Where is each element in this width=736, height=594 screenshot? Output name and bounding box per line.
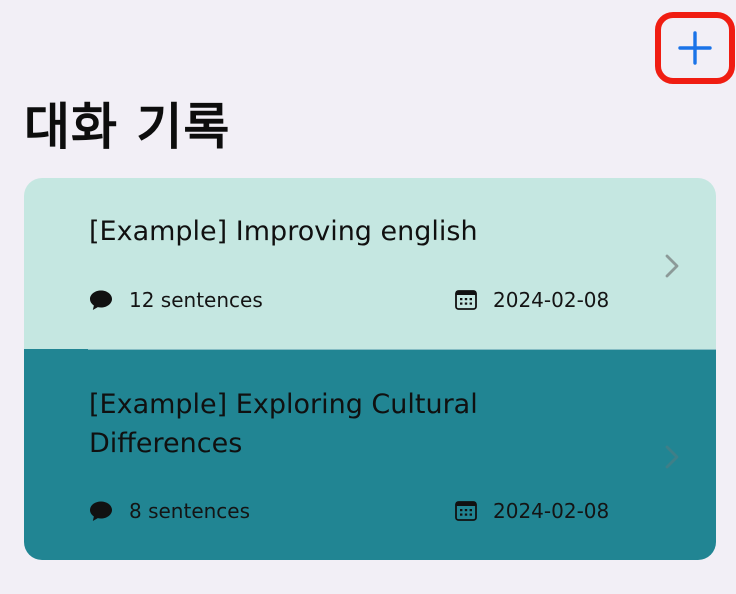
conversation-date: 2024-02-08	[455, 288, 609, 312]
conversation-title: [Example] Improving english	[89, 216, 478, 247]
speech-bubble-icon	[89, 289, 113, 311]
add-conversation-button[interactable]	[655, 12, 735, 84]
conversation-card[interactable]: [Example] Exploring Cultural Differences…	[24, 349, 716, 560]
speech-bubble-icon	[89, 500, 113, 522]
plus-icon	[678, 31, 712, 65]
sentence-count: 8 sentences	[89, 499, 250, 523]
sentence-count-label: 8 sentences	[129, 499, 251, 523]
conversation-title: [Example] Exploring Cultural Differences	[89, 389, 478, 459]
calendar-icon	[455, 290, 477, 310]
conversation-card[interactable]: [Example] Improving english 12 sentences	[24, 178, 716, 349]
chevron-right-icon	[664, 444, 680, 470]
sentence-count-label: 12 sentences	[129, 288, 263, 312]
date-label: 2024-02-08	[493, 499, 610, 523]
conversation-list: [Example] Improving english 12 sentences	[24, 178, 716, 560]
divider	[88, 349, 716, 350]
date-label: 2024-02-08	[493, 288, 610, 312]
sentence-count: 12 sentences	[89, 288, 263, 312]
conversation-date: 2024-02-08	[455, 499, 609, 523]
chevron-right-icon	[664, 253, 680, 279]
calendar-icon	[455, 501, 477, 521]
page-title: 대화 기록	[24, 98, 231, 156]
